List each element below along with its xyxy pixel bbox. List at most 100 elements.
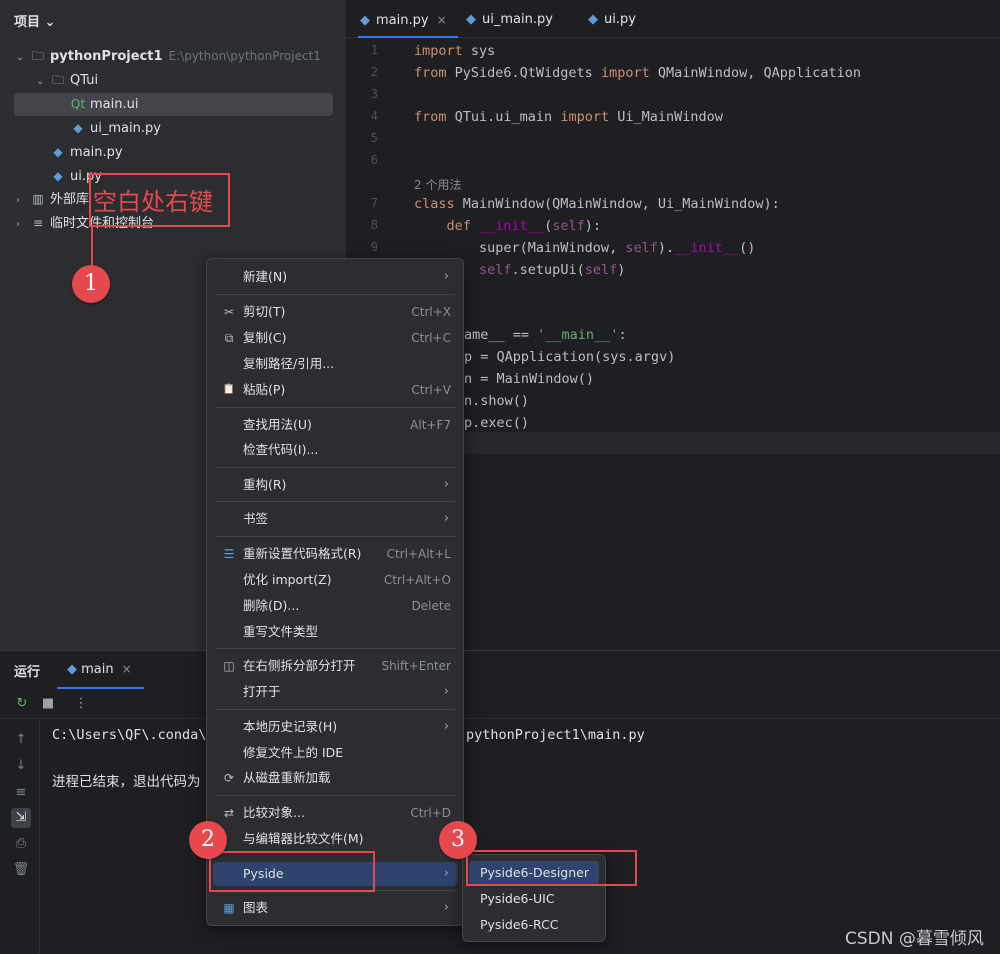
annotation-step-1: 1 (72, 265, 110, 303)
usage-hint[interactable]: 2 个用法 (414, 176, 461, 193)
menu-item-paste[interactable]: 📋 粘贴(P) Ctrl+V (213, 378, 457, 402)
tab-label: ui_main.py (482, 12, 553, 27)
python-file-icon: ◆ (53, 145, 63, 159)
trash-icon[interactable]: 🗑 (11, 860, 31, 880)
chevron-right-icon: › (443, 269, 449, 284)
menu-item-compare-with-editor[interactable]: 与编辑器比较文件(M) (213, 827, 457, 851)
menu-item-compare-with[interactable]: ⇄ 比较对象... Ctrl+D (213, 801, 457, 825)
console-output-line: C:\Users\QF\.conda\e (52, 727, 215, 743)
menu-separator (215, 467, 455, 468)
tree-item-external-libs[interactable]: › ▥ 外部库 (16, 188, 89, 211)
console-output-line: 进程已结束，退出代码为 0 (52, 774, 217, 790)
run-tab-main[interactable]: ◆ main × (57, 651, 144, 689)
code-line: from PySide6.QtWidgets import QMainWindo… (414, 65, 862, 81)
chevron-down-icon[interactable]: ⌄ (36, 70, 50, 93)
chevron-down-icon[interactable]: ⌄ (16, 46, 30, 69)
more-options-icon[interactable]: ⋮ (72, 695, 90, 713)
menu-item-pyside6-rcc[interactable]: Pyside6-RCC (469, 913, 599, 937)
code-line: def __init__(self): (414, 218, 601, 234)
menu-item-override-file-type[interactable]: 重写文件类型 (213, 620, 457, 644)
code-line: p.exec() (464, 415, 530, 431)
diagram-icon: ▦ (223, 901, 235, 915)
tree-item-qtui[interactable]: ⌄ 🗀 QTui (36, 69, 98, 92)
soft-wrap-icon[interactable]: ≡ (11, 783, 31, 803)
tree-item-ui-main-py[interactable]: ◆ ui_main.py (70, 117, 161, 140)
menu-item-refactor[interactable]: 重构(R) › (213, 473, 457, 497)
python-file-icon: ◆ (466, 12, 476, 27)
line-number: 2 (370, 65, 378, 79)
python-file-icon: ◆ (588, 12, 598, 27)
tree-item-main-ui[interactable]: Qt main.ui (70, 93, 139, 116)
menu-item-copy[interactable]: ⧉ 复制(C) Ctrl+C (213, 326, 457, 350)
reformat-icon: ☰ (223, 547, 235, 561)
menu-item-copy-path[interactable]: 复制路径/引用... (213, 352, 457, 376)
clipboard-icon: 📋 (222, 384, 236, 395)
line-number: 7 (370, 196, 378, 210)
menu-item-optimize-imports[interactable]: 优化 import(Z) Ctrl+Alt+O (213, 568, 457, 592)
python-file-icon: ◆ (73, 121, 83, 135)
menu-item-open-in[interactable]: 打开于 › (213, 680, 457, 704)
menu-item-open-in-right-split[interactable]: ◫ 在右侧拆分部分打开 Shift+Enter (213, 654, 457, 678)
menu-item-pyside6-uic[interactable]: Pyside6-UIC (469, 887, 599, 911)
chevron-right-icon: › (443, 900, 449, 915)
scissors-icon: ✂ (223, 305, 235, 319)
annotation-step-3: 3 (439, 821, 477, 859)
line-number: 6 (370, 153, 378, 167)
code-line: ame__ == '__main__': (464, 327, 627, 343)
line-number: 1 (370, 43, 378, 57)
menu-item-reload-from-disk[interactable]: ⟳ 从磁盘重新加载 (213, 766, 457, 790)
down-arrow-icon[interactable]: ↓ (11, 756, 31, 776)
tab-ui-main-py[interactable]: ◆ ui_main.py (466, 0, 553, 38)
folder-icon: 🗀 (31, 49, 44, 63)
tree-item-label: 外部库 (50, 192, 90, 207)
scroll-to-end-icon[interactable]: ⇲ (11, 808, 31, 828)
tree-item-label: QTui (70, 73, 99, 88)
tab-ui-py[interactable]: ◆ ui.py (588, 0, 636, 38)
close-icon[interactable]: × (437, 13, 447, 27)
menu-item-delete[interactable]: 删除(D)... Delete (213, 594, 457, 618)
project-panel-title[interactable]: 项目 ⌄ (14, 11, 55, 30)
code-line: import sys (414, 43, 496, 59)
code-line: n = MainWindow() (464, 371, 595, 387)
annotation-box-step3 (466, 850, 637, 886)
tree-item-main-py[interactable]: ◆ main.py (50, 141, 123, 164)
run-panel-title: 运行 (14, 665, 41, 680)
tree-item-label: pythonProject1 (50, 49, 163, 64)
console-output-line: pythonProject1\main.py (466, 727, 645, 743)
menu-item-new[interactable]: 新建(N) › (213, 265, 457, 289)
chevron-right-icon[interactable]: › (16, 189, 30, 212)
tab-main-py[interactable]: ◆ main.py × (358, 0, 458, 38)
menu-item-cut[interactable]: ✂ 剪切(T) Ctrl+X (213, 300, 457, 324)
menu-separator (215, 501, 455, 502)
line-number: 8 (370, 218, 378, 232)
menu-item-find-usages[interactable]: 查找用法(U) Alt+F7 (213, 413, 457, 437)
menu-item-reformat-code[interactable]: ☰ 重新设置代码格式(R) Ctrl+Alt+L (213, 542, 457, 566)
run-toolbar: ↻ ■ ⋮ (0, 689, 1000, 719)
tree-item-pythonproject1[interactable]: ⌄ 🗀 pythonProject1 E:\python\pythonProject1 (16, 45, 321, 68)
menu-item-local-history[interactable]: 本地历史记录(H) › (213, 715, 457, 739)
rerun-icon[interactable]: ↻ (13, 695, 31, 713)
menu-item-inspect-code[interactable]: 检查代码(I)... (213, 438, 457, 462)
menu-item-repair-ide[interactable]: 修复文件上的 IDE (213, 741, 457, 765)
stop-icon[interactable]: ■ (39, 695, 57, 713)
run-side-toolbar: ↑ ↓ ≡ ⇲ ⎙ 🗑 (0, 720, 40, 954)
reload-icon: ⟳ (223, 771, 235, 785)
menu-separator (215, 795, 455, 796)
split-view-icon: ◫ (223, 659, 235, 673)
code-line: p = QApplication(sys.argv) (464, 349, 676, 365)
chevron-right-icon[interactable]: › (16, 213, 30, 236)
folder-icon: 🗀 (51, 73, 64, 87)
print-icon[interactable]: ⎙ (11, 834, 31, 854)
annotation-text: 空白处右键 (93, 188, 213, 216)
menu-item-bookmarks[interactable]: 书签 › (213, 507, 457, 531)
menu-item-diagrams[interactable]: ▦ 图表 › (213, 896, 457, 920)
close-icon[interactable]: × (122, 662, 132, 676)
line-number: 3 (370, 87, 378, 101)
annotation-box-step2 (209, 851, 375, 892)
up-arrow-icon[interactable]: ↑ (11, 730, 31, 750)
chevron-right-icon: › (443, 511, 449, 526)
selected-row-highlight (14, 93, 333, 116)
project-path-hint: E:\python\pythonProject1 (168, 49, 321, 63)
tree-item-label: main.py (70, 145, 123, 160)
chevron-right-icon: › (443, 477, 449, 492)
